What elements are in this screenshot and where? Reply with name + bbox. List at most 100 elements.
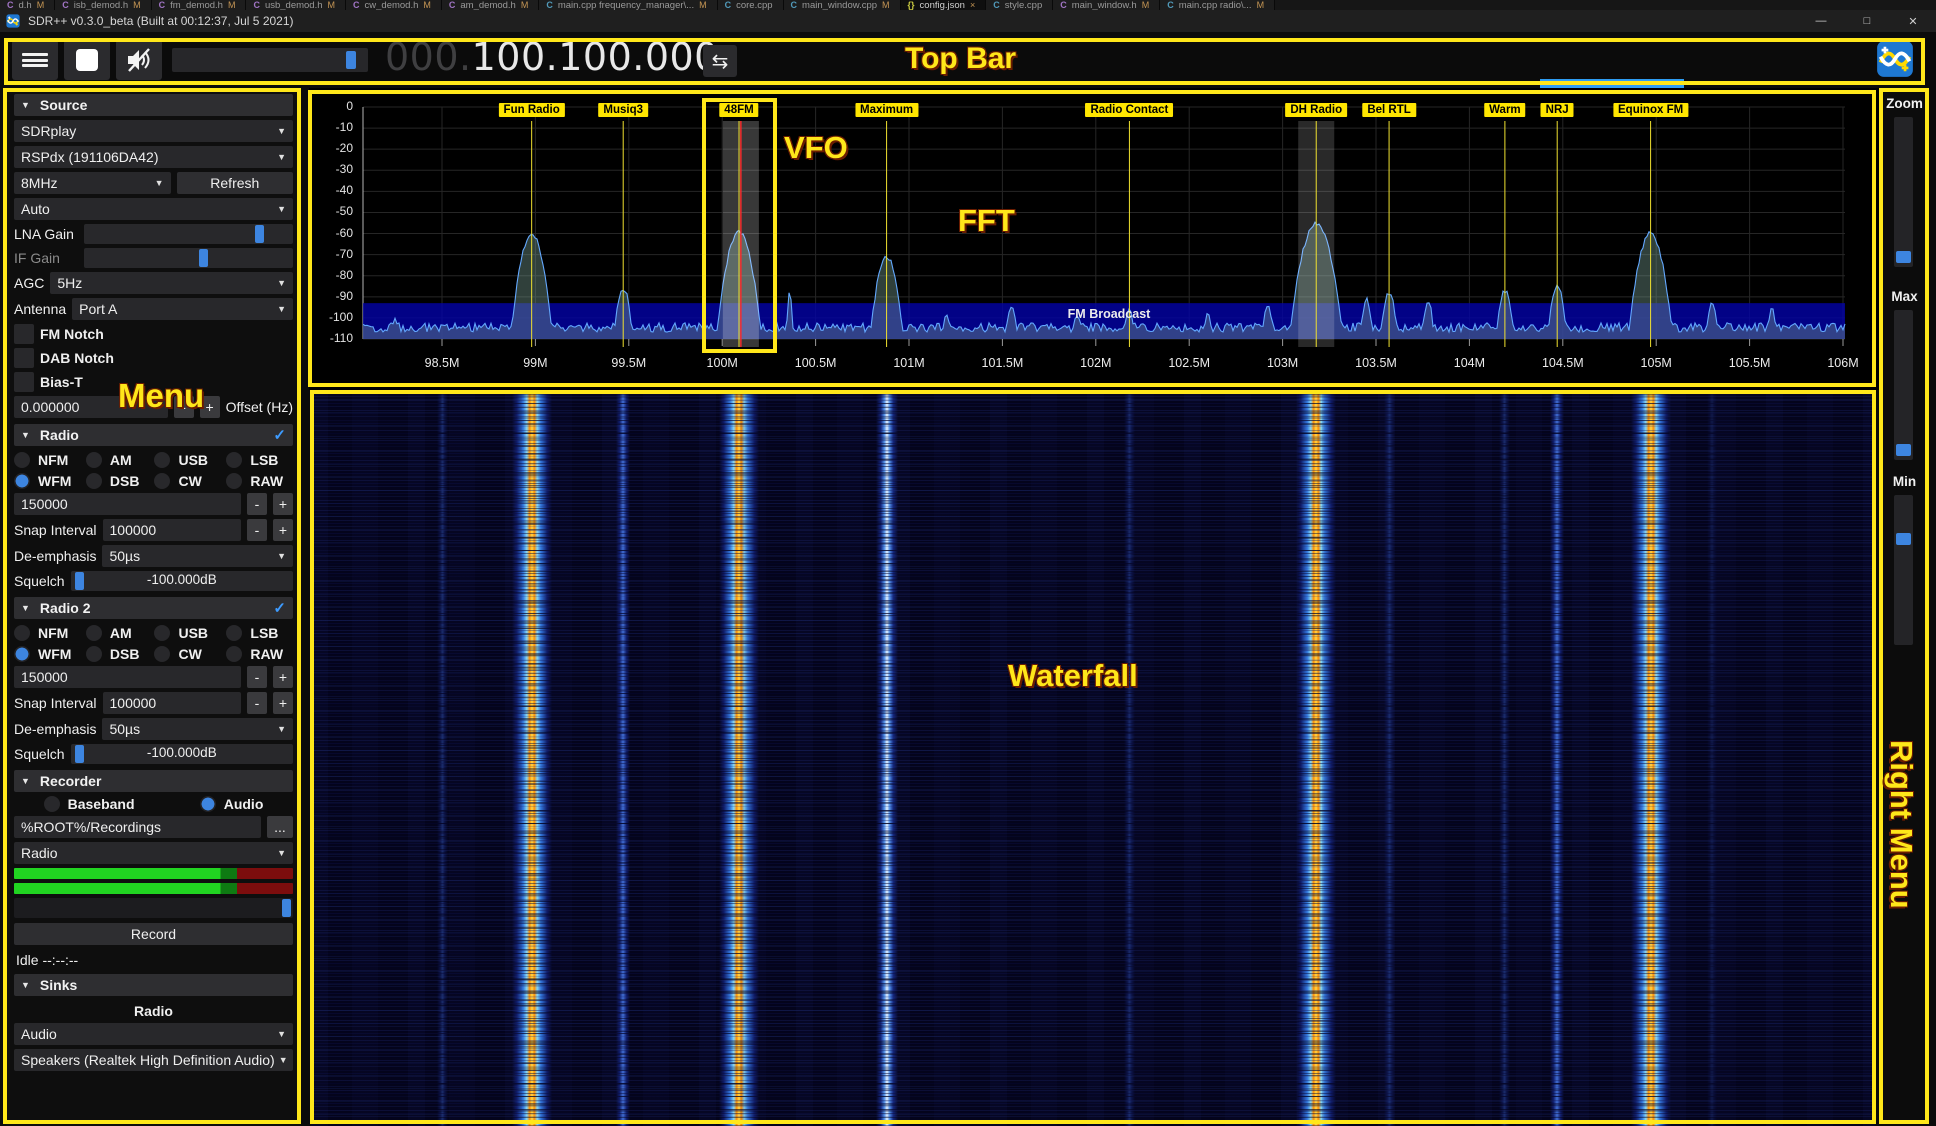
slider-handle[interactable] <box>199 249 208 267</box>
device-dropdown[interactable]: RSPdx (191106DA42) ▼ <box>14 146 293 168</box>
lna-gain-slider[interactable] <box>84 224 293 244</box>
source-type-dropdown[interactable]: SDRplay ▼ <box>14 120 293 142</box>
editor-tab[interactable]: Cd.hM <box>0 0 55 10</box>
station-label[interactable]: Warm <box>1484 103 1526 117</box>
station-label[interactable]: Maximum <box>855 103 918 117</box>
volume-slider[interactable] <box>172 48 368 72</box>
offset-minus-button[interactable]: - <box>174 396 194 418</box>
editor-tab[interactable]: Ccw_demod.hM <box>346 0 442 10</box>
station-label[interactable]: NRJ <box>1541 103 1574 117</box>
tab-close-icon[interactable]: × <box>970 0 975 10</box>
mode-wfm[interactable]: WFM <box>14 646 84 662</box>
bandwidth-plus-button[interactable]: + <box>273 666 293 688</box>
editor-tab[interactable]: Cusb_demod.hM <box>246 0 346 10</box>
radio2-section-header[interactable]: ▼ Radio 2 ✓ <box>14 597 293 619</box>
editor-tab[interactable]: Ccore.cpp <box>718 0 784 10</box>
maximize-button[interactable]: □ <box>1844 10 1890 32</box>
bandwidth-minus-button[interactable]: - <box>247 666 267 688</box>
editor-tab[interactable]: Cmain_window.hM <box>1053 0 1160 10</box>
antenna-dropdown[interactable]: Port A ▼ <box>72 298 293 320</box>
mode-usb[interactable]: USB <box>154 625 224 641</box>
offset-input[interactable]: 0.000000 <box>14 396 168 418</box>
mode-dsb[interactable]: DSB <box>86 473 153 489</box>
audio-option[interactable]: Audio <box>200 796 264 812</box>
radio-circle[interactable] <box>86 646 102 662</box>
bandwidth-plus-button[interactable]: + <box>273 493 293 515</box>
editor-tab[interactable]: Cam_demod.hM <box>442 0 539 10</box>
recorder-volume-slider[interactable] <box>14 898 293 918</box>
audio-device-dropdown[interactable]: Speakers (Realtek High Definition Audio)… <box>14 1049 293 1071</box>
radio-circle[interactable] <box>86 625 102 641</box>
mode-am[interactable]: AM <box>86 452 153 468</box>
editor-tab[interactable]: Cfm_demod.hM <box>152 0 247 10</box>
editor-tab[interactable]: Cstyle.cpp <box>986 0 1053 10</box>
frequency-display[interactable]: 000.100.100.000 <box>385 35 719 79</box>
recorder-section-header[interactable]: ▼ Recorder <box>14 770 293 792</box>
mode-raw[interactable]: RAW <box>226 646 293 662</box>
editor-tab-strip[interactable]: Cd.hMCisb_demod.hMCfm_demod.hMCusb_demod… <box>0 0 1936 10</box>
radio-circle[interactable] <box>226 625 242 641</box>
radio-circle[interactable] <box>86 452 102 468</box>
slider-handle[interactable] <box>1896 533 1911 545</box>
mode-nfm[interactable]: NFM <box>14 452 84 468</box>
max-slider[interactable] <box>1894 310 1913 460</box>
browse-button[interactable]: ... <box>267 816 293 838</box>
module-enabled-check-icon[interactable]: ✓ <box>273 599 286 617</box>
dab-notch-checkbox[interactable] <box>14 348 34 368</box>
record-stream-dropdown[interactable]: Radio ▼ <box>14 842 293 864</box>
station-label[interactable]: 48FM <box>719 103 758 117</box>
waterfall-display[interactable] <box>311 390 1875 1126</box>
slider-handle[interactable] <box>1896 251 1911 263</box>
radio-circle[interactable] <box>200 796 216 812</box>
radio-circle[interactable] <box>154 473 170 489</box>
radio-circle[interactable] <box>14 452 30 468</box>
swap-vfo-button[interactable]: ⇆ <box>703 45 737 77</box>
mode-nfm[interactable]: NFM <box>14 625 84 641</box>
mode-lsb[interactable]: LSB <box>226 625 293 641</box>
deemphasis-dropdown[interactable]: 50µs ▼ <box>102 545 293 567</box>
radio-circle[interactable] <box>154 646 170 662</box>
station-label[interactable]: Musiq3 <box>598 103 648 117</box>
refresh-button[interactable]: Refresh <box>177 172 293 194</box>
editor-tab[interactable]: {}config.json× <box>901 0 987 10</box>
radio-circle[interactable] <box>226 646 242 662</box>
snap-minus-button[interactable]: - <box>247 692 267 714</box>
baseband-option[interactable]: Baseband <box>44 796 135 812</box>
agc-mode-dropdown[interactable]: Auto ▼ <box>14 198 293 220</box>
editor-tab[interactable]: Cmain.cpp frequency_manager\...M <box>539 0 717 10</box>
agc-rate-dropdown[interactable]: 5Hz ▼ <box>50 272 293 294</box>
zoom-slider[interactable] <box>1894 117 1913 267</box>
radio-section-header[interactable]: ▼ Radio ✓ <box>14 424 293 446</box>
mode-lsb[interactable]: LSB <box>226 452 293 468</box>
station-label[interactable]: DH Radio <box>1285 103 1347 117</box>
slider-handle[interactable] <box>282 899 291 917</box>
radio-circle[interactable] <box>86 473 102 489</box>
editor-tab[interactable]: Cmain.cpp radio\...M <box>1160 0 1275 10</box>
bias-t-checkbox[interactable] <box>14 372 34 392</box>
radio-circle[interactable] <box>14 646 30 662</box>
mode-cw[interactable]: CW <box>154 473 224 489</box>
editor-tab[interactable]: Cmain_window.cppM <box>784 0 901 10</box>
module-enabled-check-icon[interactable]: ✓ <box>273 426 286 444</box>
stop-button[interactable] <box>64 40 110 80</box>
slider-handle[interactable] <box>255 225 264 243</box>
fft-plot[interactable]: FM Broadcast <box>309 88 1880 390</box>
station-label[interactable]: Fun Radio <box>499 103 565 117</box>
minimize-button[interactable]: — <box>1798 10 1844 32</box>
if-gain-slider[interactable] <box>84 248 293 268</box>
radio-circle[interactable] <box>44 796 60 812</box>
volume-slider-handle[interactable] <box>346 51 356 69</box>
mode-raw[interactable]: RAW <box>226 473 293 489</box>
window-titlebar[interactable]: SDR++ v0.3.0_beta (Built at 00:12:37, Ju… <box>0 10 1936 32</box>
snap-plus-button[interactable]: + <box>273 692 293 714</box>
squelch-slider[interactable]: -100.000dB <box>71 571 293 591</box>
close-button[interactable]: ✕ <box>1890 10 1936 32</box>
editor-tab[interactable]: Cisb_demod.hM <box>55 0 151 10</box>
snap-interval-input[interactable]: 100000 <box>103 692 242 714</box>
radio2-bandwidth-input[interactable]: 150000 <box>14 666 241 688</box>
radio-circle[interactable] <box>154 625 170 641</box>
min-slider[interactable] <box>1894 495 1913 645</box>
radio-circle[interactable] <box>226 473 242 489</box>
radio-circle[interactable] <box>14 473 30 489</box>
bandwidth-minus-button[interactable]: - <box>247 493 267 515</box>
